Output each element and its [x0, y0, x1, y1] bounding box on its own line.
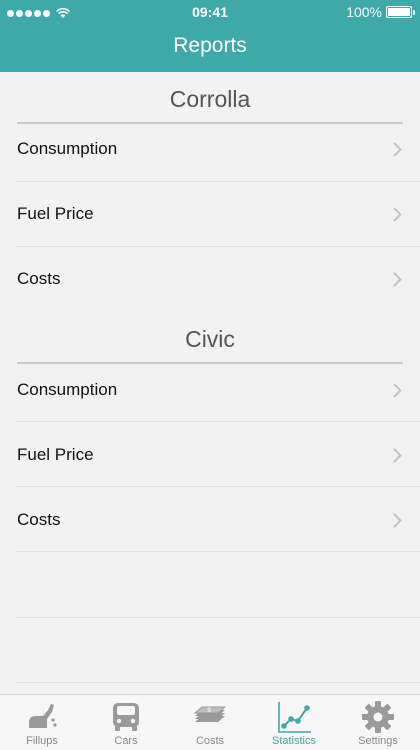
row-separator: [17, 551, 420, 552]
tab-costs[interactable]: $ Costs: [168, 695, 252, 750]
row-label: Fuel Price: [17, 445, 94, 464]
chart-icon: [278, 702, 311, 733]
section-title-civic: Civic: [185, 326, 235, 352]
section-title-corrolla: Corrolla: [169, 86, 251, 112]
row-label: Consumption: [17, 380, 118, 399]
report-row-civic-fuel-price[interactable]: Fuel Price: [17, 428, 420, 493]
row-separator: [17, 682, 420, 683]
tab-settings[interactable]: Settings: [336, 695, 420, 750]
tab-fillups[interactable]: Fillups: [0, 695, 84, 750]
row-label: Consumption: [17, 139, 118, 158]
chevron-right-icon: [393, 383, 402, 398]
row-label: Costs: [17, 510, 61, 529]
page-title: Reports: [173, 34, 247, 57]
report-row-civic-consumption[interactable]: Consumption: [17, 363, 420, 428]
tab-statistics[interactable]: Statistics: [252, 695, 336, 750]
chevron-right-icon: [393, 207, 402, 222]
car-icon: [113, 703, 139, 731]
report-row-corrolla-fuel-price[interactable]: Fuel Price: [17, 187, 420, 252]
row-separator: [17, 181, 420, 182]
row-label: Costs: [17, 269, 61, 288]
status-bar: 09:41 100%: [0, 0, 420, 24]
tab-label: Costs: [195, 735, 225, 747]
report-row-civic-costs[interactable]: Costs: [17, 493, 420, 558]
battery-percent: 100%: [346, 4, 382, 20]
tab-bar: Fillups Cars $ Costs Statistics Settings: [0, 694, 420, 750]
fuel-pump-icon: [29, 704, 57, 728]
tab-label: Fillups: [26, 735, 58, 747]
row-label: Fuel Price: [17, 204, 94, 223]
chevron-right-icon: [393, 272, 402, 287]
row-separator: [17, 246, 420, 247]
chevron-right-icon: [393, 448, 402, 463]
money-icon: $: [193, 706, 227, 722]
row-separator: [17, 617, 420, 618]
tab-label: Statistics: [271, 735, 316, 747]
gear-icon: [362, 701, 394, 733]
row-separator: [17, 421, 420, 422]
chevron-right-icon: [393, 142, 402, 157]
tab-cars[interactable]: Cars: [84, 695, 168, 750]
row-separator: [17, 486, 420, 487]
battery-icon: [386, 6, 415, 18]
nav-header: 09:41 100% Reports: [0, 0, 420, 72]
report-row-corrolla-costs[interactable]: Costs: [17, 252, 420, 317]
report-row-corrolla-consumption[interactable]: Consumption: [17, 122, 420, 187]
tab-label: Cars: [114, 735, 138, 747]
chevron-right-icon: [393, 513, 402, 528]
tab-label: Settings: [358, 735, 398, 747]
